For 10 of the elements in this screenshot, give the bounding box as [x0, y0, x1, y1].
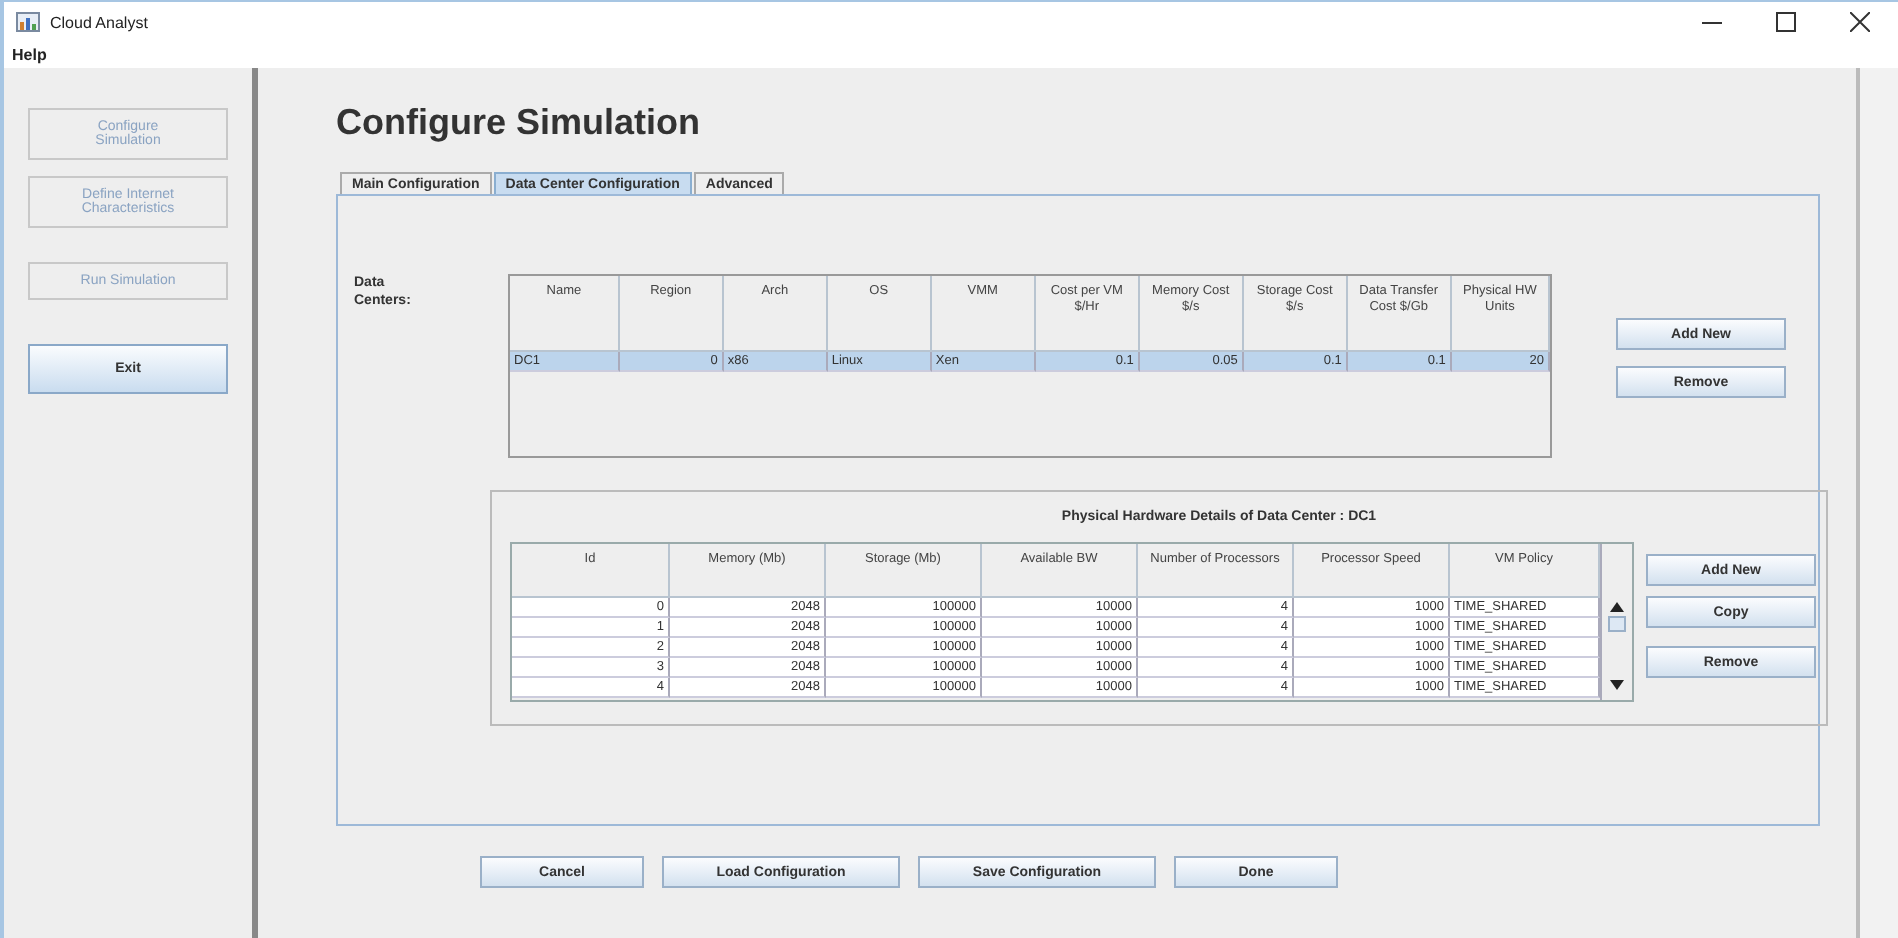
- menu-item[interactable]: Help: [12, 46, 47, 64]
- page-heading: Configure Simulation: [336, 102, 702, 146]
- close-icon[interactable]: [1850, 12, 1870, 32]
- window-title: Cloud Analyst: [50, 13, 148, 31]
- app-icon: [16, 12, 40, 32]
- scroll-down-icon[interactable]: [1610, 680, 1624, 690]
- scroll-bar[interactable]: [1600, 544, 1632, 700]
- scroll-thumb[interactable]: [1608, 616, 1626, 632]
- scroll-up-icon[interactable]: [1610, 602, 1624, 612]
- maximize-icon[interactable]: [1776, 12, 1796, 32]
